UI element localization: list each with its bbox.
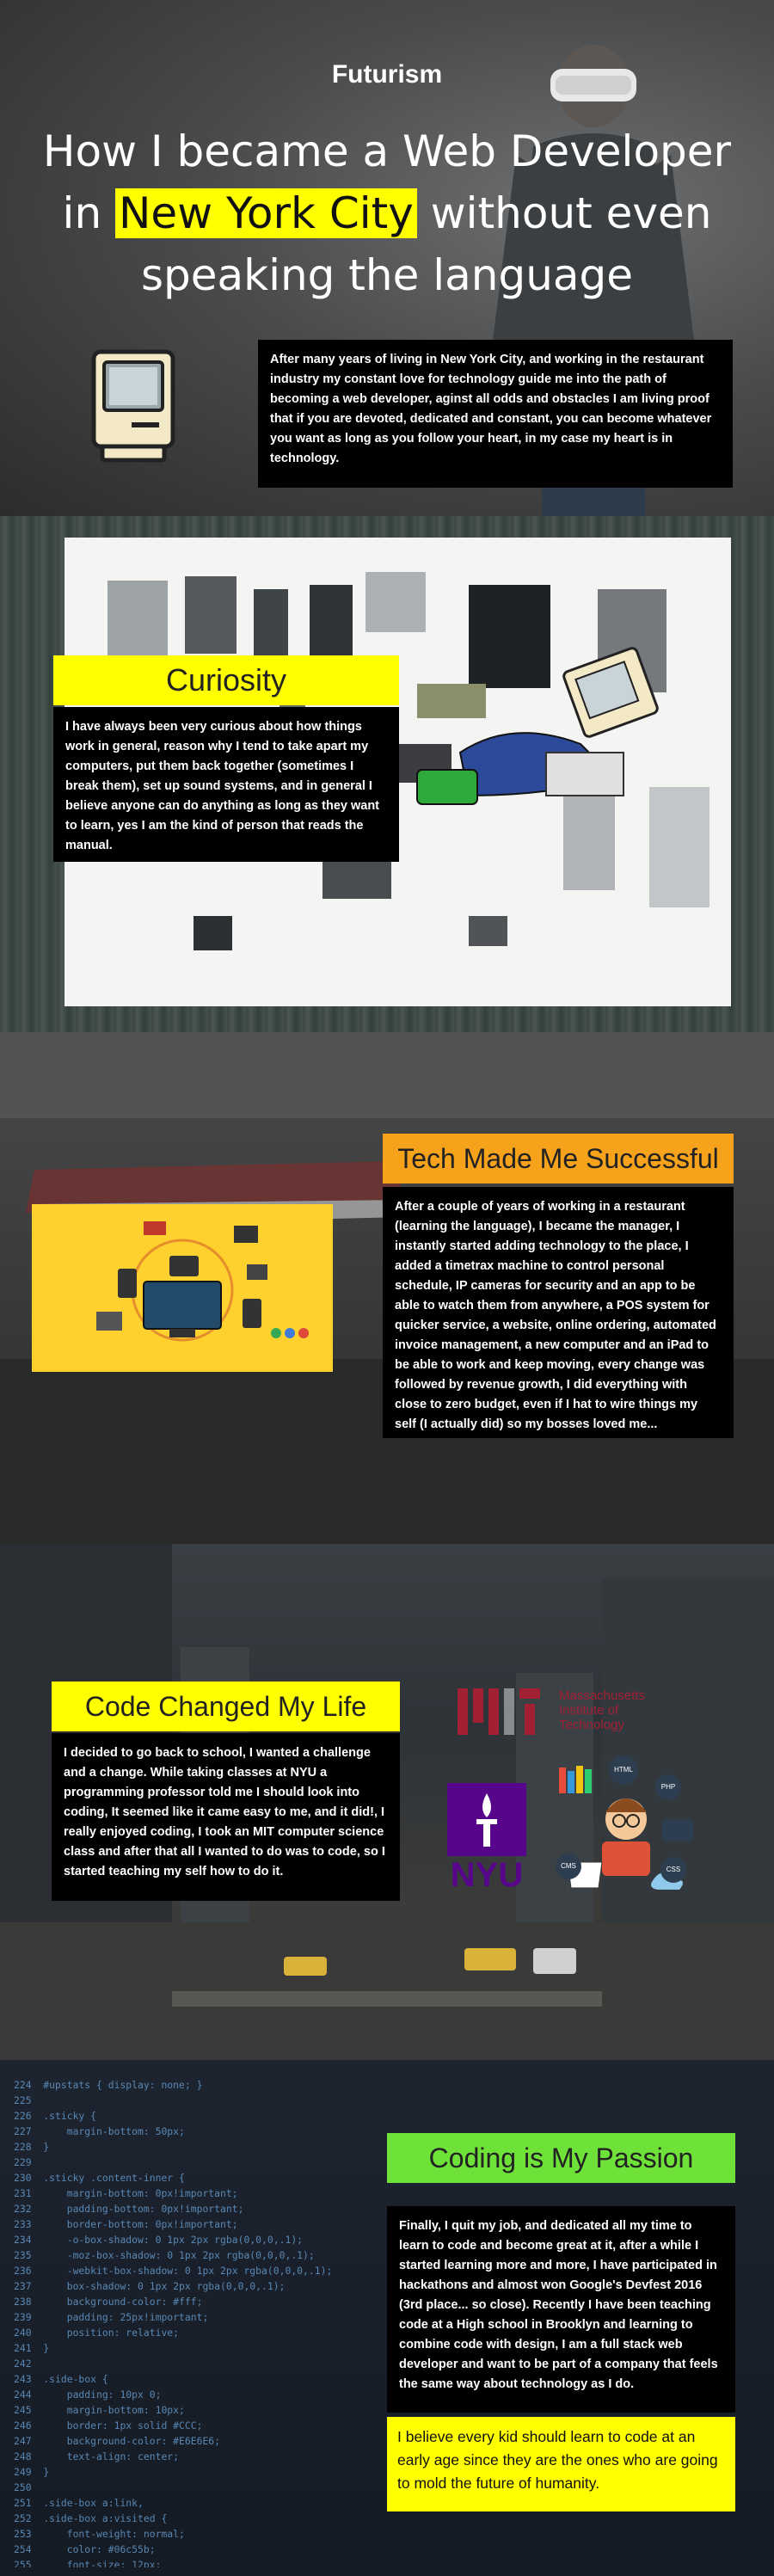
brand-logo[interactable]: Futurism bbox=[0, 60, 774, 89]
passion-heading: Coding is My Passion bbox=[387, 2133, 735, 2183]
code-section: Code Changed My Life I decided to go bac… bbox=[0, 1544, 774, 2060]
code-heading: Code Changed My Life bbox=[52, 1681, 400, 1731]
passion-quote: I believe every kid should learn to code… bbox=[387, 2417, 735, 2511]
mit-name: Massachusetts Institute of Technology bbox=[559, 1688, 646, 1732]
nyu-wordmark: NYU bbox=[450, 1856, 524, 1894]
header-section: Futurism How I became a Web Developer in… bbox=[0, 0, 774, 516]
mit-logo bbox=[458, 1688, 540, 1735]
tech-heading: Tech Made Me Successful bbox=[383, 1134, 734, 1183]
bubble-css: CSS bbox=[660, 1857, 686, 1883]
bubble-html: HTML bbox=[609, 1755, 638, 1785]
curiosity-section: Curiosity I have always been very curiou… bbox=[0, 516, 774, 1032]
devices-network-illustration bbox=[96, 1221, 309, 1342]
bubble-cms: CMS bbox=[556, 1854, 581, 1879]
title-line-3: speaking the language bbox=[140, 250, 634, 300]
classic-computer-icon bbox=[91, 349, 175, 463]
nyu-logo: NYU bbox=[447, 1783, 526, 1895]
passion-section: 224 #upstats { display: none; } 225 226 … bbox=[0, 2060, 774, 2576]
nyu-torch-icon bbox=[447, 1783, 526, 1856]
intro-text: After many years of living in New York C… bbox=[258, 340, 733, 488]
tech-section: Tech Made Me Successful After a couple o… bbox=[0, 1032, 774, 1544]
title-line-1: How I became a Web Developer bbox=[42, 126, 732, 176]
title-line-2: in New York City without even bbox=[0, 182, 774, 244]
curiosity-text: I have always been very curious about ho… bbox=[53, 707, 399, 862]
tech-text: After a couple of years of working in a … bbox=[383, 1187, 734, 1438]
passion-text: Finally, I quit my job, and dedicated al… bbox=[387, 2206, 735, 2413]
code-text: I decided to go back to school, I wanted… bbox=[52, 1733, 400, 1901]
title-prefix: in bbox=[62, 188, 116, 238]
bubble-php: PHP bbox=[655, 1774, 681, 1800]
page-title: How I became a Web Developer in New York… bbox=[0, 120, 774, 306]
code-editor-text: 224 #upstats { display: none; } 225 226 … bbox=[14, 2079, 333, 2567]
curiosity-heading: Curiosity bbox=[53, 655, 399, 705]
title-highlight: New York City bbox=[115, 188, 417, 238]
title-suffix: without even bbox=[416, 188, 712, 238]
